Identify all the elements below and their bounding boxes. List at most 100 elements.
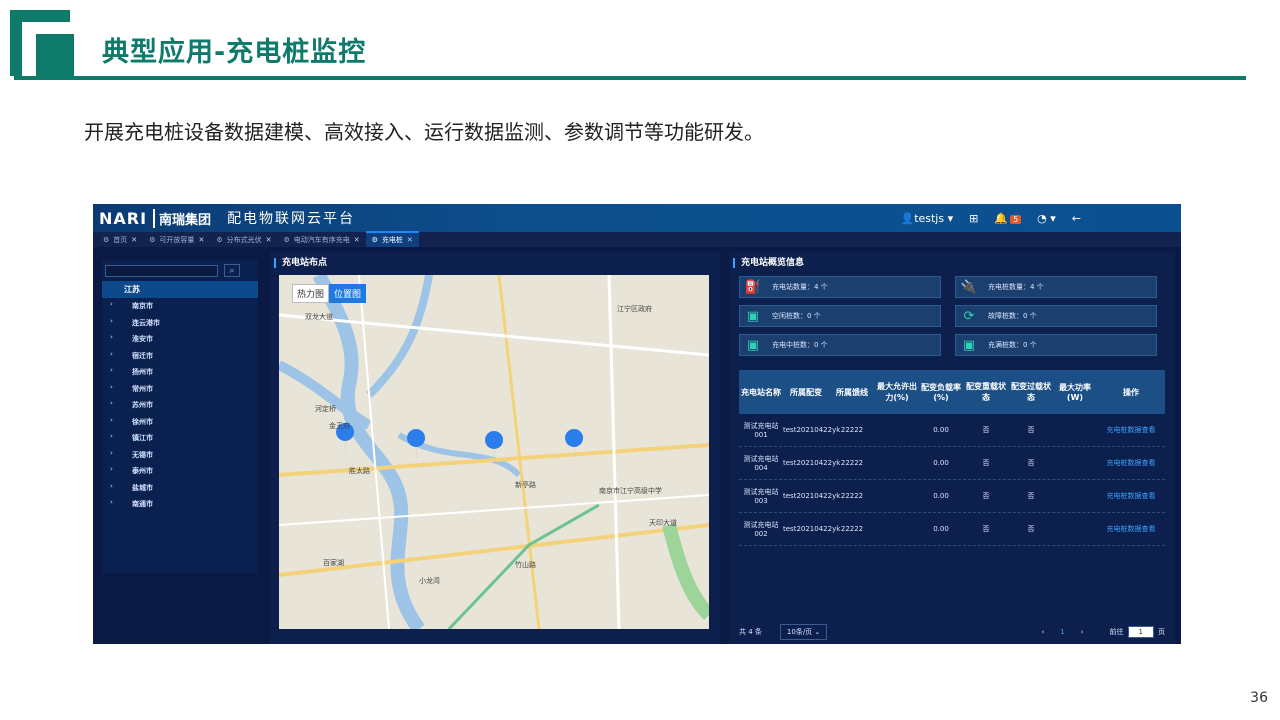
table-cell: 22222 [840,492,864,500]
tab-icon: ⚙ [371,236,378,244]
stat-text: 充电桩数量：4 个 [988,283,1044,291]
station-table: 充电站名称 所属配变 所属馈线 最大允许出力(%) 配变负载率(%) 配变重载状… [739,370,1165,630]
table-cell: 22222 [840,525,864,533]
column-header: 配变过载状态 [1011,382,1051,402]
tree-item-city[interactable]: 南通市 [102,496,258,513]
table-body: 测试充电站001 test20210422yk 22222 0.00 否否充电桩数据查看… [739,414,1165,546]
tab-ev-charging[interactable]: ⚙ 电动汽车有序充电 ✕ [277,233,365,247]
apps-icon[interactable]: ⊞ [969,212,978,225]
location-toggle[interactable]: 位置图 [329,284,367,303]
column-header: 配变重载状态 [966,382,1006,402]
table-cell: test20210422yk [783,459,841,467]
goto-suffix: 页 [1158,628,1165,636]
table-row: 测试充电站004 test20210422yk 22222 0.00 否 否 充电桩数据查看 [739,447,1165,480]
heatmap-toggle[interactable]: 热力图 [292,284,330,303]
total-count: 共 4 条 [739,628,762,636]
table-cell: 否 [982,459,990,467]
table-cell: 测试充电站004 [743,455,779,472]
tab-distributed-pv[interactable]: ⚙ 分布式光伏 ✕ [210,233,277,247]
stat-charging: ▣ 充电中桩数：0 个 [739,334,941,356]
tab-charging-pile[interactable]: ⚙ 充电桩 ✕ [365,231,419,247]
notification-badge: 5 [1010,214,1022,224]
table-cell: 否 [1027,426,1035,434]
view-pile-data-link[interactable]: 充电桩数据查看 [1097,491,1165,501]
gauge-icon[interactable]: ◔ ▾ [1037,212,1056,225]
table-header: 充电站名称 所属配变 所属馈线 最大允许出力(%) 配变负载率(%) 配变重载状… [739,370,1165,414]
column-header: 最大功率(W) [1059,383,1091,402]
table-cell: 0.00 [933,525,949,533]
stat-pile-count: 🔌 充电桩数量：4 个 [955,276,1157,298]
close-icon[interactable]: ✕ [407,236,413,244]
next-page-button[interactable]: › [1081,628,1084,636]
station-map[interactable]: 热力图 位置图 双龙大道 河定桥 金王府 胜太路 百家湖 小龙湾 竹山路 天印大… [279,275,709,629]
tree-item-city[interactable]: 扬州市 [102,364,258,381]
slide: 典型应用-充电桩监控 开展充电桩设备数据建模、高效接入、运行数据监测、参数调节等… [0,0,1280,720]
region-search-input[interactable] [105,264,218,277]
search-icon[interactable]: ⌕ [224,264,240,277]
tab-label: 可开放容量 [159,236,195,244]
tree-item-city[interactable]: 镇江市 [102,430,258,447]
map-place-label: 天印大道 [649,518,677,527]
user-menu[interactable]: 👤testjs ▾ [900,212,953,225]
tab-bar: ⚙ 首页 ✕ ⚙ 可开放容量 ✕ ⚙ 分布式光伏 ✕ ⚙ 电动汽车有序充电 ✕ ⚙ 充电桩 ✕ [93,231,1181,247]
back-arrow-icon[interactable]: ← [1072,212,1081,225]
slide-title: 典型应用-充电桩监控 [102,37,367,68]
table-cell: test20210422yk [783,426,841,434]
stat-text: 空闲桩数：0 个 [772,312,821,320]
tab-icon: ⚙ [283,236,290,244]
tree-item-city[interactable]: 无锡市 [102,447,258,464]
table-cell: 否 [982,525,990,533]
region-sidebar: ⌕ 江苏 南京市连云港市淮安市宿迁市扬州市常州市苏州市徐州市镇江市无锡市泰州市盐… [102,260,258,573]
bell-icon[interactable]: 🔔 5 [994,212,1022,225]
brand-name: 南瑞集团 [153,208,211,228]
map-place-label: 双龙大道 [305,312,333,321]
close-icon[interactable]: ✕ [131,236,137,244]
map-place-label: 小龙湾 [419,576,440,585]
close-icon[interactable]: ✕ [266,236,272,244]
goto-page-input[interactable]: 1 [1127,626,1154,638]
page-number: 36 [1250,690,1268,706]
tree-item-city[interactable]: 苏州市 [102,397,258,414]
page-size-select[interactable]: 10条/页 ⌄ [779,624,828,640]
tree-item-city[interactable]: 徐州市 [102,414,258,431]
close-icon[interactable]: ✕ [354,236,360,244]
tab-label: 充电桩 [381,236,403,244]
view-pile-data-link[interactable]: 充电桩数据查看 [1097,458,1165,468]
close-icon[interactable]: ✕ [198,236,204,244]
table-cell: test20210422yk [783,492,841,500]
map-place-label: 竹山路 [515,560,536,569]
tree-item-province[interactable]: 江苏 [102,281,258,298]
tree-item-city[interactable]: 淮安市 [102,331,258,348]
tree-item-city[interactable]: 常州市 [102,381,258,398]
map-panel-title: 充电站布点 [274,258,327,268]
tree-item-city[interactable]: 连云港市 [102,315,258,332]
table-cell: 22222 [840,426,864,434]
brand-logo: NARI [99,208,148,228]
tab-label: 首页 [113,236,128,244]
table-cell: 否 [1027,492,1035,500]
view-pile-data-link[interactable]: 充电桩数据查看 [1097,425,1165,435]
table-cell: 否 [1027,525,1035,533]
tab-home[interactable]: ⚙ 首页 ✕ [97,233,143,247]
stat-text: 充满桩数：0 个 [988,341,1037,349]
stat-text: 故障桩数：0 个 [988,312,1037,320]
tree-item-city[interactable]: 南京市 [102,298,258,315]
column-header: 最大允许出力(%) [877,382,917,402]
table-cell: 否 [1027,459,1035,467]
view-pile-data-link[interactable]: 充电桩数据查看 [1097,524,1165,534]
table-row: 测试充电站002 test20210422yk 22222 0.00 否 否 充电桩数据查看 [739,513,1165,546]
charging-pile-icon: 🔌 [960,279,978,295]
tab-open-capacity[interactable]: ⚙ 可开放容量 ✕ [143,233,210,247]
tree-item-city[interactable]: 宿迁市 [102,348,258,365]
current-page[interactable]: 1 [1060,628,1064,636]
charging-station-icon: ⛽ [744,279,762,295]
goto-label: 前往 [1109,628,1124,636]
column-header: 充电站名称 [741,387,781,397]
table-cell: 测试充电站003 [743,488,779,505]
tree-item-city[interactable]: 盐城市 [102,480,258,497]
table-cell: 测试充电站001 [743,422,779,439]
prev-page-button[interactable]: ‹ [1041,628,1044,636]
table-cell: 0.00 [933,426,949,434]
tree-item-city[interactable]: 泰州市 [102,463,258,480]
table-cell: 测试充电站002 [743,521,779,538]
